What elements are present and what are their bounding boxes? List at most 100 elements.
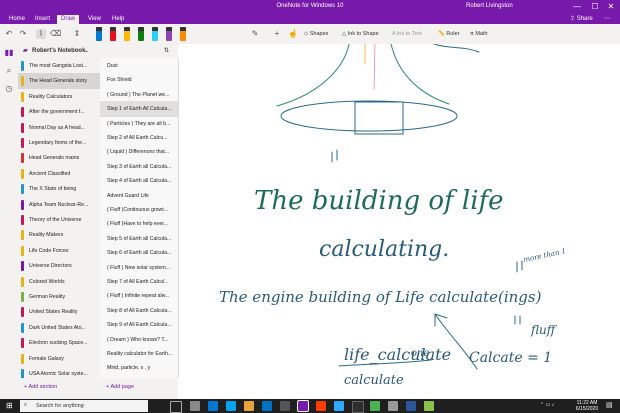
- undo-icon[interactable]: ↶: [4, 29, 14, 39]
- section-color-tab: [21, 292, 24, 302]
- file-explorer-icon[interactable]: [244, 401, 254, 411]
- photoshop-icon[interactable]: [334, 401, 344, 411]
- pen-purple[interactable]: [166, 27, 172, 41]
- section-color-tab: [21, 153, 24, 164]
- ink-text-one: one: [411, 348, 429, 359]
- section-item[interactable]: Colored Worlds: [18, 274, 100, 290]
- ink-to-shape-button[interactable]: △ Ink to Shape: [342, 28, 379, 40]
- add-page-button[interactable]: + Add page: [106, 384, 134, 390]
- pen-green[interactable]: [138, 27, 144, 41]
- edge-icon[interactable]: [208, 401, 218, 411]
- page-label: ( Liquid ) Differences that...: [107, 149, 170, 156]
- page-label: Step 2 of All Earth Calcu...: [107, 135, 168, 141]
- pen-red[interactable]: [110, 27, 116, 41]
- section-label: Universe Directors: [29, 263, 72, 270]
- page-label: Step 3 of Earth all Calcula...: [107, 163, 172, 170]
- mail-icon[interactable]: [262, 401, 272, 411]
- highlighter-cyan[interactable]: [152, 27, 158, 41]
- page-label: ( Ground ) The Planet we...: [107, 91, 170, 98]
- add-space-icon[interactable]: ⇕: [72, 29, 82, 39]
- ink-note-more: more than 1: [523, 247, 567, 264]
- ruler-icon: 📏: [438, 31, 445, 37]
- pencil-icon[interactable]: ✎: [250, 29, 260, 39]
- share-button[interactable]: ⇪ Share: [566, 15, 597, 24]
- eraser-icon[interactable]: ⌫: [50, 29, 61, 39]
- app-icon-4[interactable]: [352, 401, 364, 413]
- notebooks-icon[interactable]: ▮▮: [4, 48, 14, 58]
- section-item[interactable]: Reality Makers: [18, 227, 100, 243]
- section-item[interactable]: Legendary Items of the...: [18, 135, 100, 151]
- page-canvas[interactable]: The building of life calculating. The en…: [179, 44, 620, 399]
- section-item[interactable]: Dark United States Ato...: [18, 320, 100, 336]
- section-list: The most Gangsta Lost... The Head General…: [18, 58, 100, 379]
- close-button[interactable]: ✕: [604, 1, 618, 13]
- notebook-header[interactable]: ▰ Robert's Notebook ⌄ ⇅: [18, 44, 178, 58]
- page-label: ( Particles ) They are all b...: [107, 120, 171, 127]
- word-icon[interactable]: [406, 401, 416, 411]
- section-label: The most Gangsta Lost...: [29, 63, 88, 69]
- clock[interactable]: 11:22 AM 6/15/2020: [573, 400, 601, 412]
- lasso-select-icon[interactable]: ⌇: [36, 29, 46, 39]
- section-item[interactable]: Universe Directors: [18, 258, 100, 274]
- app-icon-2[interactable]: [226, 401, 236, 411]
- illustrator-icon[interactable]: [316, 401, 326, 411]
- app-icon-1[interactable]: [190, 401, 200, 411]
- ink-to-text-button[interactable]: A Ink to Text: [392, 28, 422, 40]
- tab-insert[interactable]: Insert: [31, 15, 54, 24]
- add-pen-icon[interactable]: +: [272, 29, 282, 39]
- minimize-button[interactable]: —: [570, 1, 584, 13]
- add-section-button[interactable]: + Add section: [24, 384, 57, 390]
- onenote-taskbar-icon[interactable]: [297, 400, 309, 412]
- taskbar-search[interactable]: ⌕ Search for anything: [20, 400, 148, 412]
- app-icon-6[interactable]: [424, 401, 434, 411]
- section-item[interactable]: Theory of the Universe: [18, 212, 100, 228]
- notebook-icon: ▰: [23, 48, 28, 54]
- app-icon-5[interactable]: [388, 401, 398, 411]
- chevron-down-icon[interactable]: ⌄: [84, 47, 89, 54]
- maximize-button[interactable]: ☐: [588, 1, 602, 13]
- pen-blue[interactable]: [96, 27, 102, 41]
- page-label: Step 6 of Earth all Calcula...: [107, 250, 172, 257]
- highlighter-orange[interactable]: [180, 27, 186, 41]
- section-item[interactable]: The most Gangsta Lost...: [18, 58, 100, 74]
- tab-help[interactable]: Help: [108, 15, 128, 24]
- section-item[interactable]: Normal Day as A head...: [18, 120, 100, 136]
- section-item[interactable]: Female Galaxy: [18, 351, 100, 367]
- pen-yellow[interactable]: [124, 27, 130, 41]
- section-item[interactable]: Electron sucking Space...: [18, 335, 100, 351]
- onenote-window: OneNote for Windows 10 Robert Livingston…: [0, 0, 620, 413]
- section-item[interactable]: After the government f...: [18, 104, 100, 120]
- touch-draw-icon[interactable]: ☝: [288, 29, 298, 39]
- user-name[interactable]: Robert Livingston: [466, 3, 513, 9]
- page-item[interactable]: Mind, particle, x , y: [100, 360, 178, 376]
- system-tray-icons[interactable]: ⌃ ▭ ♪: [540, 402, 554, 408]
- windows-start-icon[interactable]: ⊞: [6, 401, 13, 410]
- more-options-icon[interactable]: ⋯: [600, 15, 614, 24]
- section-item[interactable]: The X State of being: [18, 181, 100, 197]
- search-icon[interactable]: ⌕: [4, 66, 14, 76]
- section-item[interactable]: Life Code Forces: [18, 243, 100, 259]
- section-color-tab: [21, 261, 24, 272]
- section-item[interactable]: Head Generals mains: [18, 150, 100, 166]
- section-item[interactable]: Ancient Classified: [18, 166, 100, 182]
- math-button[interactable]: π Math: [470, 28, 488, 40]
- redo-icon[interactable]: ↷: [18, 29, 28, 39]
- shapes-button[interactable]: ◇ Shapes: [304, 28, 328, 40]
- ruler-button[interactable]: 📏 Ruler: [438, 28, 460, 40]
- section-item[interactable]: United States Reality: [18, 304, 100, 320]
- recent-icon[interactable]: ◷: [4, 84, 14, 94]
- tab-home[interactable]: Home: [5, 15, 29, 24]
- task-view-icon[interactable]: [170, 401, 182, 413]
- app-icon-3[interactable]: [280, 401, 290, 411]
- section-item[interactable]: Alpha Team Nuclear-Re...: [18, 197, 100, 213]
- notifications-icon[interactable]: ▤: [606, 401, 613, 409]
- section-item[interactable]: German Reality: [18, 289, 100, 305]
- section-color-tab: [21, 122, 24, 133]
- section-item[interactable]: Reality Calculators: [18, 89, 100, 105]
- tab-view[interactable]: View: [84, 15, 105, 24]
- section-item[interactable]: The Head Generals story: [18, 73, 100, 90]
- tab-draw[interactable]: Draw: [57, 15, 80, 24]
- chrome-icon[interactable]: [370, 401, 380, 411]
- sort-icon[interactable]: ⇅: [164, 47, 169, 54]
- ink-cone-inner: [373, 44, 376, 90]
